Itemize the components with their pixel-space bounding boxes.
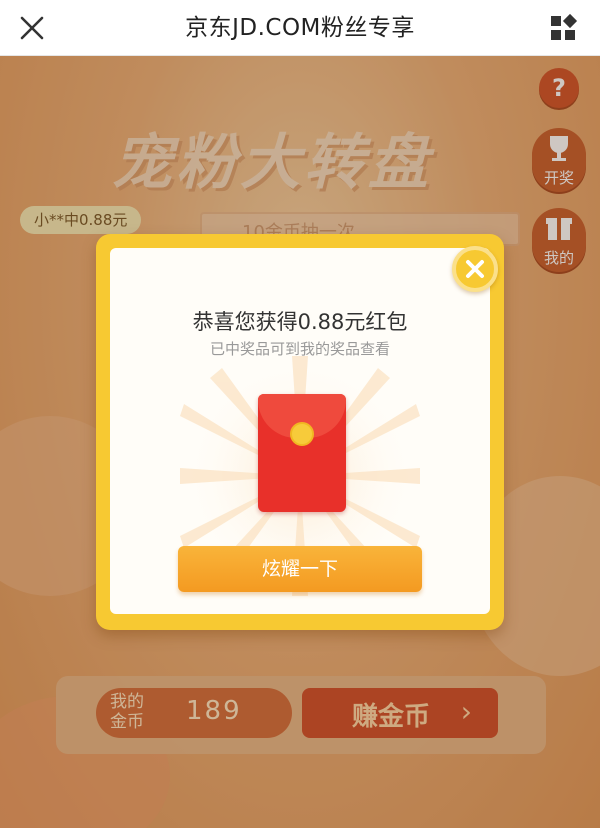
close-icon: [466, 260, 484, 278]
prize-title: 恭喜您获得0.88元红包: [192, 310, 408, 334]
red-envelope-icon: [258, 394, 346, 512]
prize-modal: 恭喜您获得0.88元红包 已中奖品可到我的奖品查看 炫耀一下: [96, 234, 504, 630]
event-page: 宠粉大转盘 小**中0.88元 10金币抽一次 ? 开奖 我的 我的金币 189…: [0, 56, 600, 828]
grid-menu-icon[interactable]: [548, 13, 578, 43]
top-nav-bar: 京东JD.COM粉丝专享: [0, 0, 600, 56]
share-button[interactable]: 炫耀一下: [178, 546, 422, 592]
close-icon[interactable]: [12, 8, 52, 48]
close-modal-button[interactable]: [452, 246, 498, 292]
page-title: 京东JD.COM粉丝专享: [185, 15, 415, 41]
prize-modal-body: 恭喜您获得0.88元红包 已中奖品可到我的奖品查看 炫耀一下: [110, 248, 490, 614]
